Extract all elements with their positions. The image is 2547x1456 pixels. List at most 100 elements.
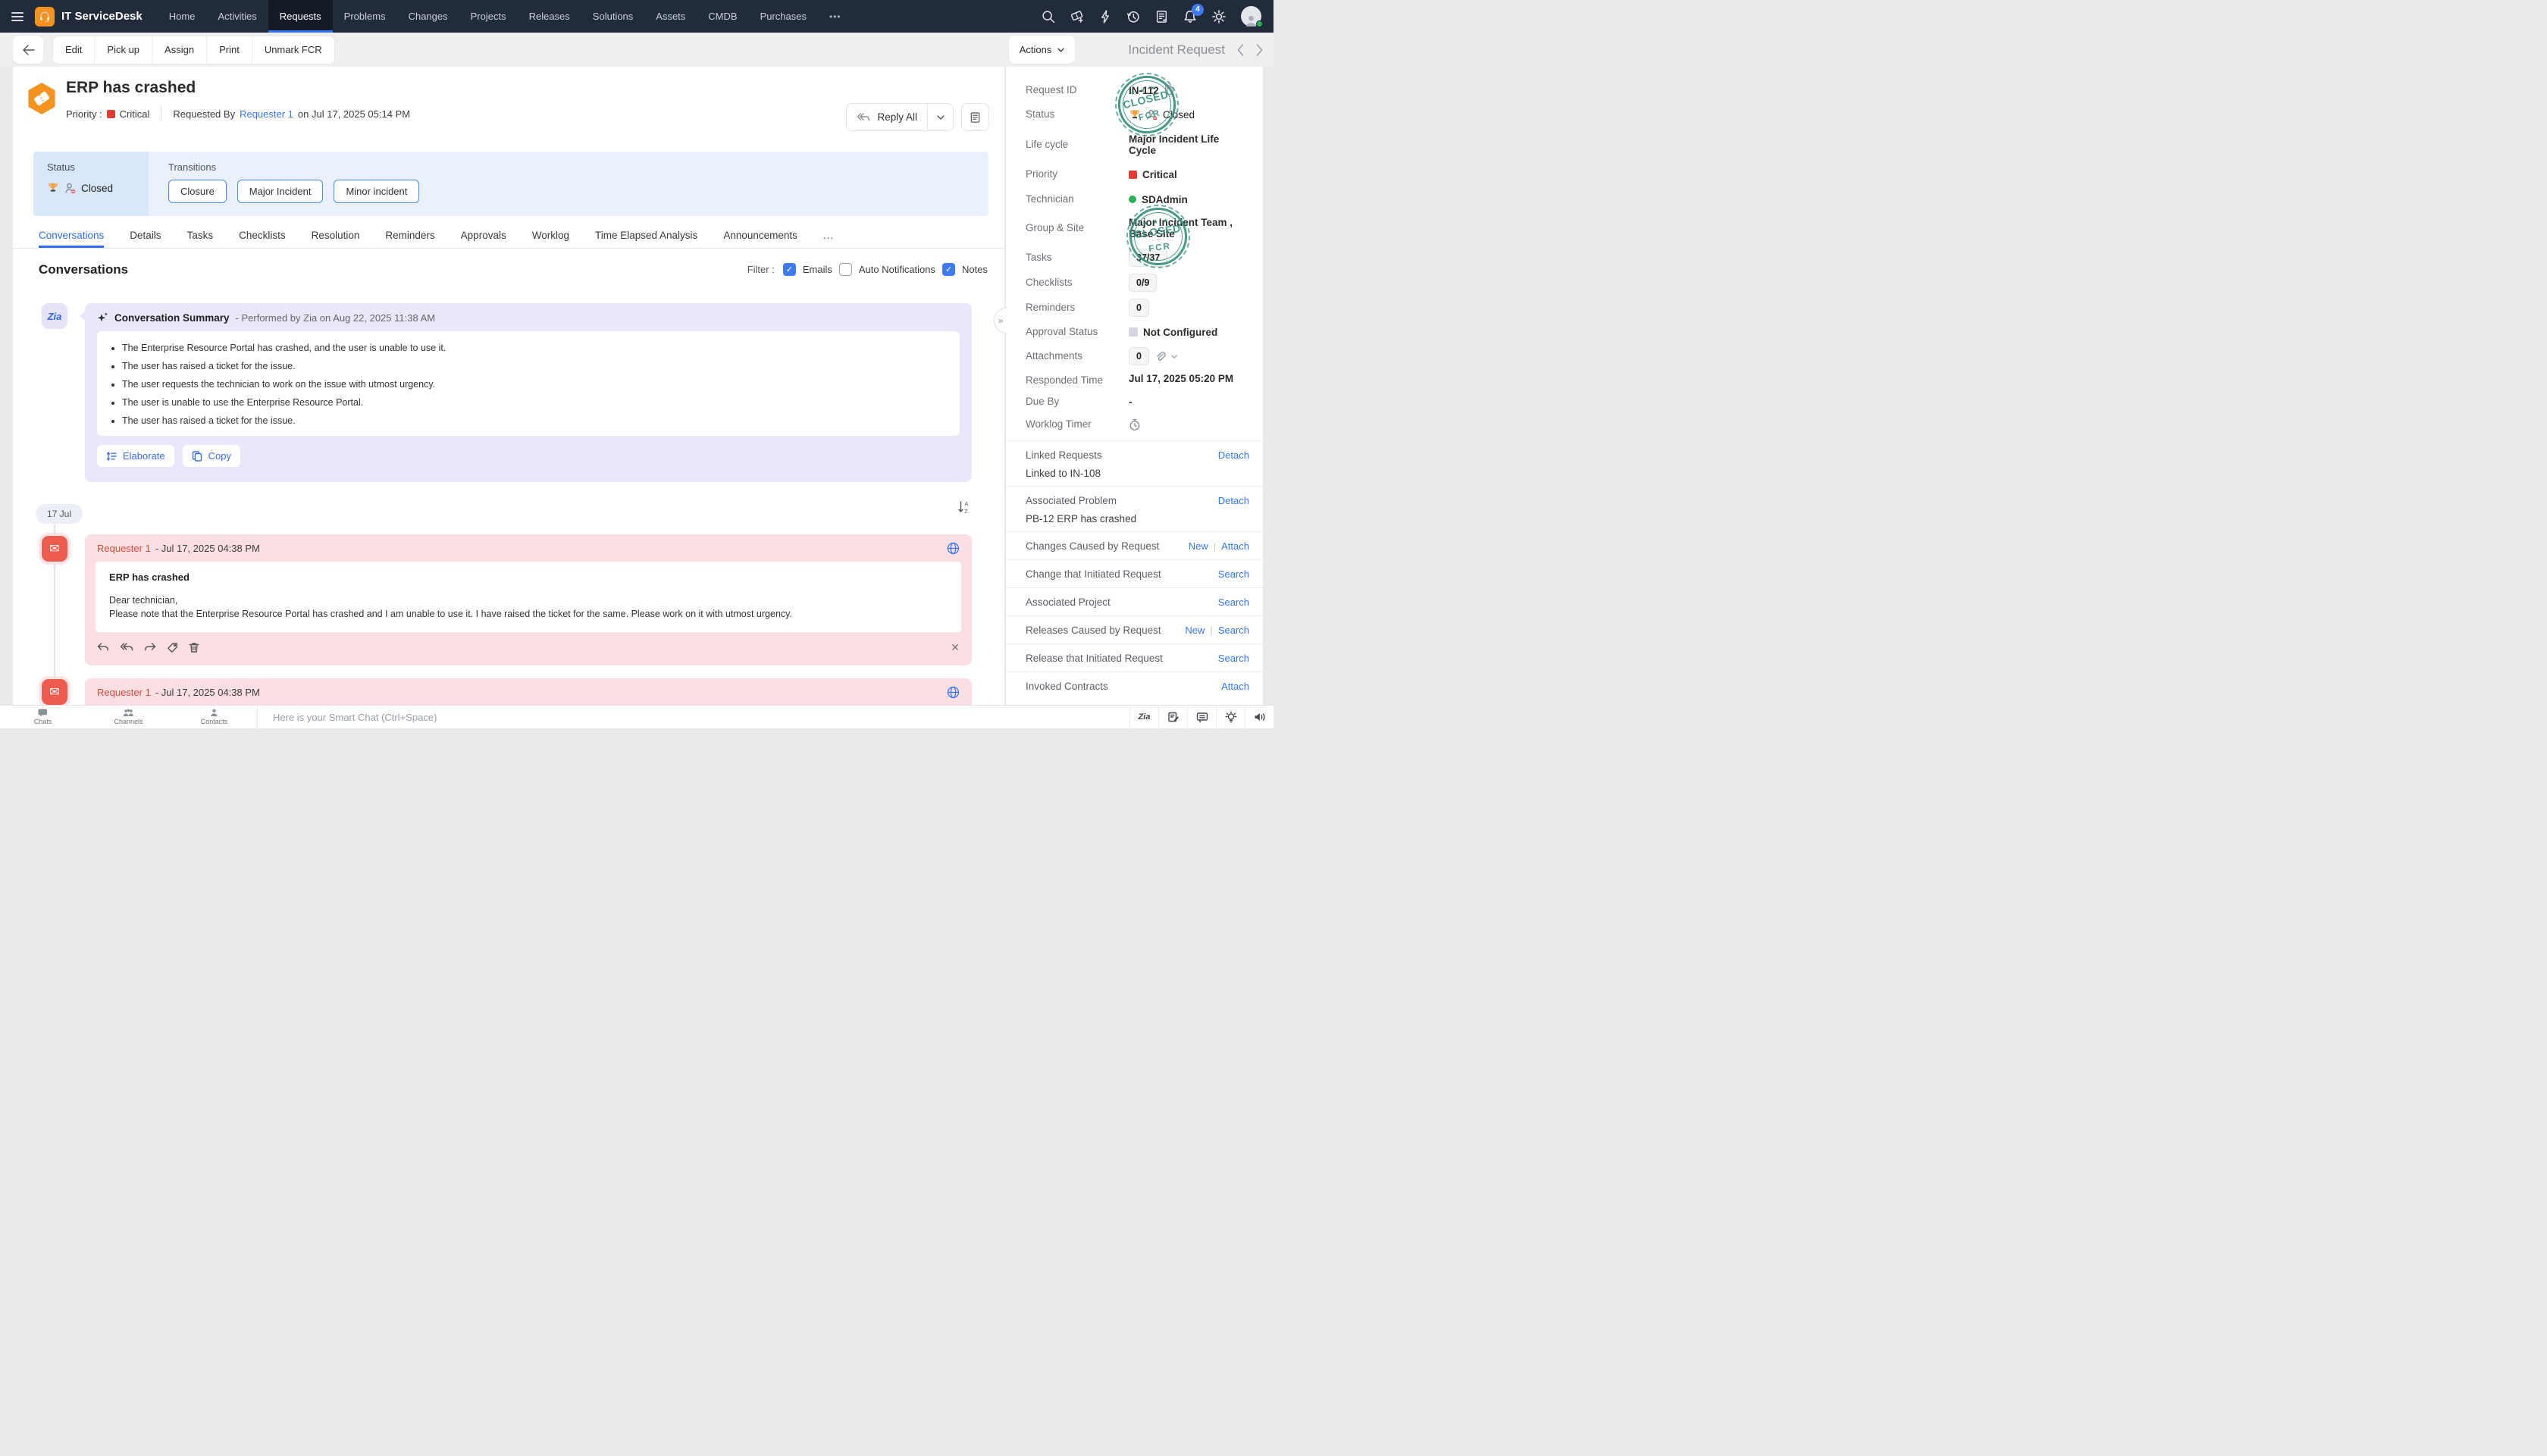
new-link[interactable]: New xyxy=(1185,625,1205,636)
nav-more-icon[interactable]: ••• xyxy=(818,0,853,33)
reply-options-caret[interactable] xyxy=(928,104,953,130)
hamburger-menu-icon[interactable] xyxy=(0,0,35,33)
reply-all-button[interactable]: Reply All xyxy=(847,104,928,130)
nav-item-solutions[interactable]: Solutions xyxy=(581,0,644,33)
globe-icon[interactable] xyxy=(947,686,960,699)
email-sender-link[interactable]: Requester 1 xyxy=(97,687,151,698)
paperclip-icon[interactable] xyxy=(1154,351,1166,362)
edit-button[interactable]: Edit xyxy=(53,36,95,64)
requester-link[interactable]: Requester 1 xyxy=(240,108,293,120)
search-link[interactable]: Search xyxy=(1218,568,1249,580)
announcement-speaker-icon[interactable] xyxy=(1245,706,1274,728)
lightbulb-icon[interactable] xyxy=(1216,706,1245,728)
filter-emails-checkbox[interactable]: ✓ xyxy=(783,263,796,276)
survey-icon[interactable] xyxy=(1155,10,1168,23)
print-button[interactable]: Print xyxy=(207,36,252,64)
nav-item-activities[interactable]: Activities xyxy=(206,0,268,33)
status-value-line[interactable]: Closed xyxy=(47,182,149,194)
status-value: Closed xyxy=(1163,109,1195,121)
sort-order-icon[interactable]: AZ xyxy=(957,500,971,518)
reply-all-icon[interactable] xyxy=(120,643,133,652)
search-link[interactable]: Search xyxy=(1218,596,1249,608)
search-link[interactable]: Search xyxy=(1218,653,1249,664)
nav-item-releases[interactable]: Releases xyxy=(518,0,581,33)
smart-chat-input[interactable] xyxy=(273,712,872,723)
linked-request-value[interactable]: Linked to IN-108 xyxy=(1026,468,1249,479)
filter-auto-notifications-checkbox[interactable] xyxy=(839,263,852,276)
transition-minor-incident-button[interactable]: Minor incident xyxy=(334,180,419,203)
tab-resolution[interactable]: Resolution xyxy=(312,223,360,248)
tab-more[interactable]: ... xyxy=(823,223,834,248)
detach-link[interactable]: Detach xyxy=(1218,495,1249,506)
contacts-tab[interactable]: Contacts xyxy=(171,706,257,728)
transition-closure-button[interactable]: Closure xyxy=(168,180,227,203)
notes-button[interactable] xyxy=(961,103,989,131)
detach-link[interactable]: Detach xyxy=(1218,449,1249,461)
history-icon[interactable] xyxy=(1126,10,1140,23)
notifications-bell-icon[interactable]: 4 xyxy=(1183,10,1197,23)
copy-id-icon[interactable] xyxy=(1164,85,1174,96)
new-link[interactable]: New xyxy=(1189,540,1208,552)
copy-summary-button[interactable]: Copy xyxy=(183,445,240,467)
tasks-count-badge[interactable]: 37/37 xyxy=(1129,249,1167,267)
chat-bubble-icon[interactable] xyxy=(1187,706,1216,728)
elaborate-button[interactable]: Elaborate xyxy=(97,445,174,467)
tag-icon[interactable] xyxy=(167,642,178,653)
status-field[interactable]: Closed xyxy=(1129,109,1195,121)
email-sender-link[interactable]: Requester 1 xyxy=(97,543,151,554)
back-button[interactable] xyxy=(13,36,43,64)
summary-bullet: The Enterprise Resource Portal has crash… xyxy=(122,343,948,353)
nav-item-changes[interactable]: Changes xyxy=(397,0,459,33)
zia-actions-bolt-icon[interactable] xyxy=(1099,10,1111,23)
actions-dropdown-button[interactable]: Actions xyxy=(1009,36,1076,64)
request-id-value: IN-112 xyxy=(1129,85,1159,96)
assign-button[interactable]: Assign xyxy=(152,36,207,64)
summary-bullet: The user requests the technician to work… xyxy=(122,379,948,390)
tab-reminders[interactable]: Reminders xyxy=(385,223,434,248)
attach-link[interactable]: Attach xyxy=(1221,540,1249,552)
next-record-icon[interactable] xyxy=(1256,44,1263,56)
tab-approvals[interactable]: Approvals xyxy=(461,223,506,248)
summary-body: The Enterprise Resource Portal has crash… xyxy=(97,331,960,436)
tab-worklog[interactable]: Worklog xyxy=(532,223,569,248)
search-link[interactable]: Search xyxy=(1218,625,1249,636)
previous-record-icon[interactable] xyxy=(1237,44,1244,56)
tab-details[interactable]: Details xyxy=(130,223,161,248)
pickup-button[interactable]: Pick up xyxy=(95,36,152,64)
nav-item-home[interactable]: Home xyxy=(158,0,207,33)
reminders-count-badge[interactable]: 0 xyxy=(1129,299,1149,317)
delete-icon[interactable] xyxy=(189,642,199,653)
tab-time-elapsed-analysis[interactable]: Time Elapsed Analysis xyxy=(595,223,697,248)
associated-problem-value[interactable]: PB-12 ERP has crashed xyxy=(1026,513,1249,524)
chevron-down-icon[interactable] xyxy=(1171,355,1177,359)
nav-item-projects[interactable]: Projects xyxy=(459,0,518,33)
tab-checklists[interactable]: Checklists xyxy=(239,223,286,248)
unmark-fcr-button[interactable]: Unmark FCR xyxy=(252,36,334,64)
chats-tab[interactable]: Chats xyxy=(0,706,86,728)
tab-tasks[interactable]: Tasks xyxy=(187,223,214,248)
attachments-count-badge[interactable]: 0 xyxy=(1129,347,1149,365)
tab-conversations[interactable]: Conversations xyxy=(39,223,104,248)
globe-icon[interactable] xyxy=(947,542,960,555)
settings-gear-icon[interactable] xyxy=(1212,10,1226,23)
zia-assistant-icon[interactable]: Zia xyxy=(1129,706,1158,728)
nav-item-assets[interactable]: Assets xyxy=(644,0,697,33)
tab-announcements[interactable]: Announcements xyxy=(723,223,797,248)
add-ticket-icon[interactable] xyxy=(1070,10,1084,23)
forward-icon[interactable] xyxy=(144,643,156,652)
reply-icon[interactable] xyxy=(97,643,109,652)
nav-item-cmdb[interactable]: CMDB xyxy=(697,0,748,33)
nav-item-requests[interactable]: Requests xyxy=(268,0,333,33)
close-icon[interactable]: ✕ xyxy=(951,641,960,654)
filter-notes-checkbox[interactable]: ✓ xyxy=(942,263,955,276)
user-avatar[interactable] xyxy=(1241,6,1261,27)
search-icon[interactable] xyxy=(1042,10,1055,23)
attach-link[interactable]: Attach xyxy=(1221,681,1249,692)
channels-tab[interactable]: Channels xyxy=(86,706,171,728)
note-compose-icon[interactable] xyxy=(1158,706,1187,728)
nav-item-purchases[interactable]: Purchases xyxy=(749,0,818,33)
checklists-count-badge[interactable]: 0/9 xyxy=(1129,274,1157,292)
transition-major-incident-button[interactable]: Major Incident xyxy=(237,180,324,203)
nav-item-problems[interactable]: Problems xyxy=(333,0,397,33)
stopwatch-icon[interactable] xyxy=(1129,418,1141,431)
